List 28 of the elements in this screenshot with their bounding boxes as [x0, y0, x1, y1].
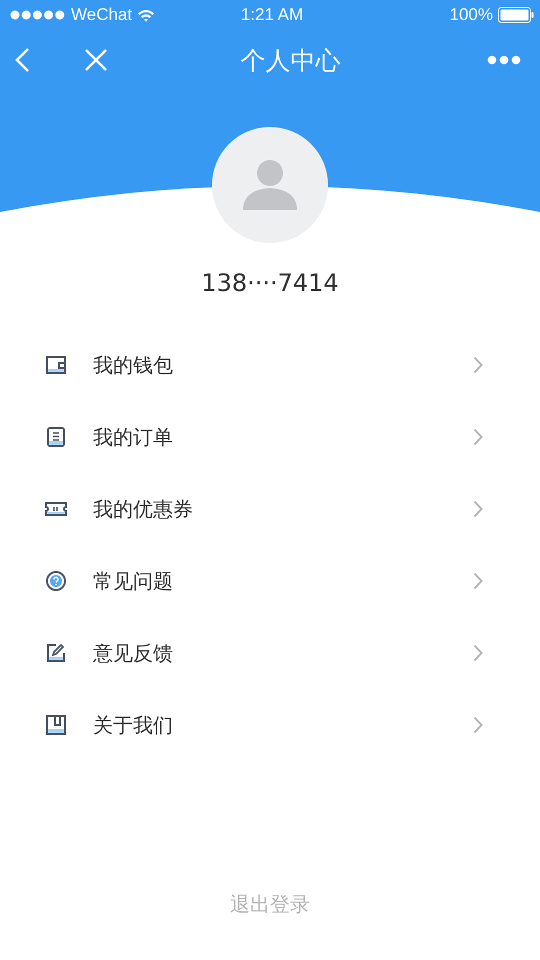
- chevron-icon: [473, 428, 483, 446]
- chevron-icon: [473, 356, 483, 374]
- menu-item[interactable]: 关于我们: [0, 689, 540, 761]
- battery-percent: 100%: [450, 5, 493, 25]
- chevron-icon: [473, 500, 483, 518]
- carrier-name: WeChat: [71, 5, 132, 25]
- menu-item[interactable]: 我的优惠券: [0, 473, 540, 545]
- phone-number: 138····7414: [200, 268, 340, 298]
- signal-icon: [10, 10, 66, 20]
- feedback-icon: [45, 642, 67, 664]
- menu-item[interactable]: 常见问题: [0, 545, 540, 617]
- chevron-icon: [473, 644, 483, 662]
- chevron-icon: [473, 716, 483, 734]
- about-icon: [45, 714, 67, 736]
- close-button[interactable]: [84, 48, 108, 72]
- back-button[interactable]: [14, 47, 30, 73]
- menu-item[interactable]: 我的订单: [0, 401, 540, 473]
- page-title: 个人中心: [240, 44, 342, 76]
- more-button[interactable]: [487, 55, 521, 65]
- wallet-icon: [45, 354, 67, 376]
- status-time: 1:21 AM: [240, 5, 304, 25]
- battery-icon: [498, 7, 534, 23]
- order-icon: [45, 426, 67, 448]
- wifi-icon: [137, 8, 156, 22]
- faq-icon: [45, 570, 67, 592]
- menu-item[interactable]: 意见反馈: [0, 617, 540, 689]
- chevron-icon: [473, 572, 483, 590]
- menu-item[interactable]: 我的钱包: [0, 329, 540, 401]
